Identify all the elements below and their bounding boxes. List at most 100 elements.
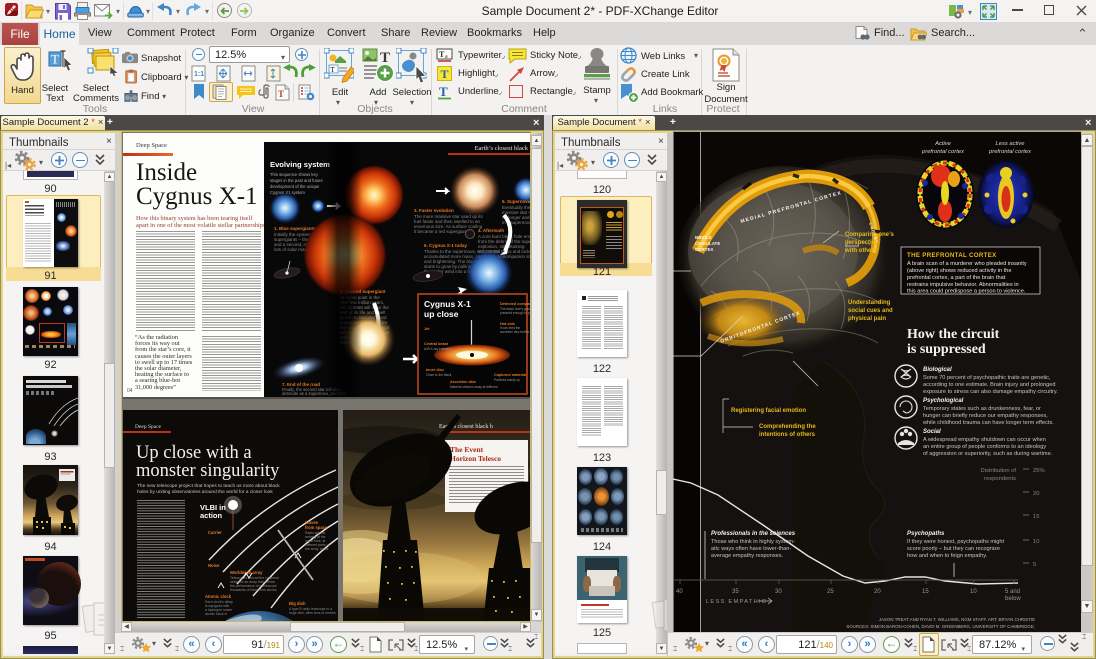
svg-text:from space: from space <box>305 525 328 530</box>
svg-text:restrains impulsive behavior.: restrains impulsive behavior. Abnormalit… <box>907 282 1019 288</box>
svg-text:Material streams away at diffe: Material streams away at different <box>450 385 498 389</box>
svg-text:Carrier: Carrier <box>208 530 222 535</box>
svg-text:Captured material: Captured material <box>494 373 526 377</box>
svg-text:exposure to stress can also da: exposure to stress can also damage empat… <box>923 389 1058 395</box>
svg-text:The Event: The Event <box>450 445 484 454</box>
svg-text:Atomic clock: Atomic clock <box>205 594 232 599</box>
svg-text:stages in the past and future: stages in the past and future <box>270 178 324 183</box>
svg-text:accretion disc further: accretion disc further <box>500 330 530 334</box>
svg-text:Close to the black: Close to the black <box>426 373 452 377</box>
svg-text:20: 20 <box>874 589 881 595</box>
svg-text:Accretion disc: Accretion disc <box>450 380 476 384</box>
svg-text:Professionals in the sciences: Professionals in the sciences <box>711 531 796 537</box>
svg-text:CINGULATE: CINGULATE <box>695 241 720 246</box>
svg-text:Jet: Jet <box>424 327 430 331</box>
svg-text:T: T <box>331 66 336 74</box>
svg-text:T: T <box>441 67 449 81</box>
svg-text:Cygnus X-1: Cygnus X-1 <box>424 299 471 309</box>
svg-text:Horizon Telesco: Horizon Telesco <box>450 454 501 463</box>
svg-text:Psychopaths: Psychopaths <box>907 531 945 537</box>
svg-text:10: 10 <box>1033 539 1039 545</box>
svg-text:up close: up close <box>424 309 459 319</box>
svg-text:T: T <box>380 50 390 66</box>
svg-text:Comparing one’s: Comparing one’s <box>845 232 894 238</box>
svg-text:this area could predispose a p: this area could predispose a person to v… <box>907 289 1026 295</box>
svg-text:atomic clock in: atomic clock in <box>205 612 227 616</box>
svg-text:Active: Active <box>934 141 952 147</box>
svg-text:Less active: Less active <box>996 141 1026 147</box>
svg-text:(above right) shows reduced ac: (above right) shows reduced activity in … <box>907 268 1011 274</box>
svg-text:15: 15 <box>922 589 929 595</box>
svg-text:Noise: Noise <box>208 563 220 568</box>
svg-text:Temporary states such as drunk: Temporary states such as drunkenness, fe… <box>923 406 1041 412</box>
svg-text:an entire group of people conf: an entire group of people conforms to an… <box>923 444 1046 450</box>
svg-text:SOURCES: SIMON BARON-COHEN, DA: SOURCES: SIMON BARON-COHEN, DAVID M. GRE… <box>846 624 1035 629</box>
svg-text:while childhood trauma can hav: while childhood trauma can have longer t… <box>922 420 1054 426</box>
svg-text:Psychological: Psychological <box>923 398 964 404</box>
svg-text:a: a <box>445 54 448 60</box>
svg-text:Big dish: Big dish <box>289 601 306 606</box>
svg-text:respondents: respondents <box>984 476 1016 482</box>
svg-text:perspective: perspective <box>845 240 879 246</box>
svg-text:atic ways often have lower-tha: atic ways often have lower-than- <box>711 546 791 552</box>
svg-text:action: action <box>200 511 223 520</box>
svg-text:1:1: 1:1 <box>194 71 204 78</box>
svg-text:T: T <box>439 84 448 99</box>
svg-text:Some 70 percent of psychopathi: Some 70 percent of psychopathic traits a… <box>923 375 1051 381</box>
svg-text:4. Aftermath: 4. Aftermath <box>478 228 504 233</box>
svg-text:1. Blue supergiants: 1. Blue supergiants <box>274 226 316 231</box>
svg-text:How the circuit: How the circuit <box>907 327 1000 342</box>
svg-text:average empathy responses.: average empathy responses. <box>711 553 784 559</box>
svg-text:T: T <box>278 89 284 99</box>
svg-text:If they were honest, psychopat: If they were honest, psychopaths might <box>907 539 1004 545</box>
svg-text:Understanding: Understanding <box>848 300 891 306</box>
svg-text:This sequence shows key: This sequence shows key <box>270 172 319 177</box>
svg-text:40: 40 <box>676 589 683 595</box>
svg-text:Central beast: Central beast <box>424 342 449 346</box>
svg-text:Evolving system: Evolving system <box>270 160 330 169</box>
svg-text:CORTEX: CORTEX <box>695 247 713 252</box>
svg-text:prefrontal cortex: prefrontal cortex <box>921 149 965 155</box>
svg-text:Up close with a: Up close with a <box>136 443 252 463</box>
svg-text:15: 15 <box>1033 514 1039 520</box>
svg-text:JASON TREAT AND RYAN T. WILLIA: JASON TREAT AND RYAN T. WILLIAMS, NGM ST… <box>879 617 1035 622</box>
svg-text:Biological: Biological <box>923 367 952 373</box>
svg-text:monster singularity: monster singularity <box>136 461 280 481</box>
svg-text:A brain scan of a murderer who: A brain scan of a murderer who pleaded i… <box>907 261 1027 267</box>
svg-text:intentions of others: intentions of others <box>759 432 816 438</box>
svg-text:3. Faster evolution: 3. Faster evolution <box>414 208 454 213</box>
svg-text:is suppressed: is suppressed <box>907 342 986 357</box>
svg-text:Those who think in highly syst: Those who think in highly system- <box>711 539 795 545</box>
svg-text:physical pain: physical pain <box>848 316 886 322</box>
svg-text:Particles swept up: Particles swept up <box>494 378 520 382</box>
svg-text:development of the unique: development of the unique <box>270 184 320 189</box>
svg-text:Registering facial emotion: Registering facial emotion <box>731 408 806 414</box>
svg-text:25: 25 <box>827 589 834 595</box>
svg-text:MIDDLE: MIDDLE <box>695 235 712 240</box>
svg-text:with others’: with others’ <box>844 248 879 254</box>
svg-text:35: 35 <box>732 589 739 595</box>
svg-text:Comprehending the: Comprehending the <box>759 424 816 430</box>
svg-text:Detected companion: Detected companion <box>500 302 530 306</box>
svg-text:5. Supernova: 5. Supernova <box>502 199 530 204</box>
svg-text:Inner disc: Inner disc <box>426 368 444 372</box>
svg-text:how and when to feign empathy.: how and when to feign empathy. <box>907 553 988 559</box>
svg-text:huge dish, often tens of metre: huge dish, often tens of metres <box>289 611 336 615</box>
svg-text:holes by uniting observatories: holes by uniting observatories around th… <box>137 489 273 495</box>
svg-text:THE PREFRONTAL CORTEX: THE PREFRONTAL CORTEX <box>907 252 997 259</box>
svg-text:5: 5 <box>1033 562 1036 568</box>
svg-text:prefrontal cortex: prefrontal cortex <box>988 149 1032 155</box>
svg-text:The new telescope project that: The new telescope project that hopes to … <box>137 483 280 489</box>
svg-text:thousands of kilometres across: thousands of kilometres across <box>230 588 277 592</box>
svg-text:Earth’s closest black: Earth’s closest black <box>475 145 529 152</box>
svg-text:20: 20 <box>1033 491 1039 497</box>
svg-text:Deep Space: Deep Space <box>135 424 162 430</box>
svg-text:A widespread empathy shutdown: A widespread empathy shutdown can occur … <box>923 437 1046 443</box>
svg-text:A45 X-ray emission: A45 X-ray emission <box>424 347 452 351</box>
svg-text:the array, travel: the array, travel <box>305 547 329 551</box>
svg-text:social cues and: social cues and <box>848 308 893 314</box>
svg-text:Distribution of: Distribution of <box>981 468 1017 474</box>
svg-text:5 and: 5 and <box>1005 589 1020 595</box>
svg-text:hunger can briefly reduce our: hunger can briefly reduce our empathy re… <box>923 413 1048 419</box>
svg-text:T: T <box>51 52 59 67</box>
